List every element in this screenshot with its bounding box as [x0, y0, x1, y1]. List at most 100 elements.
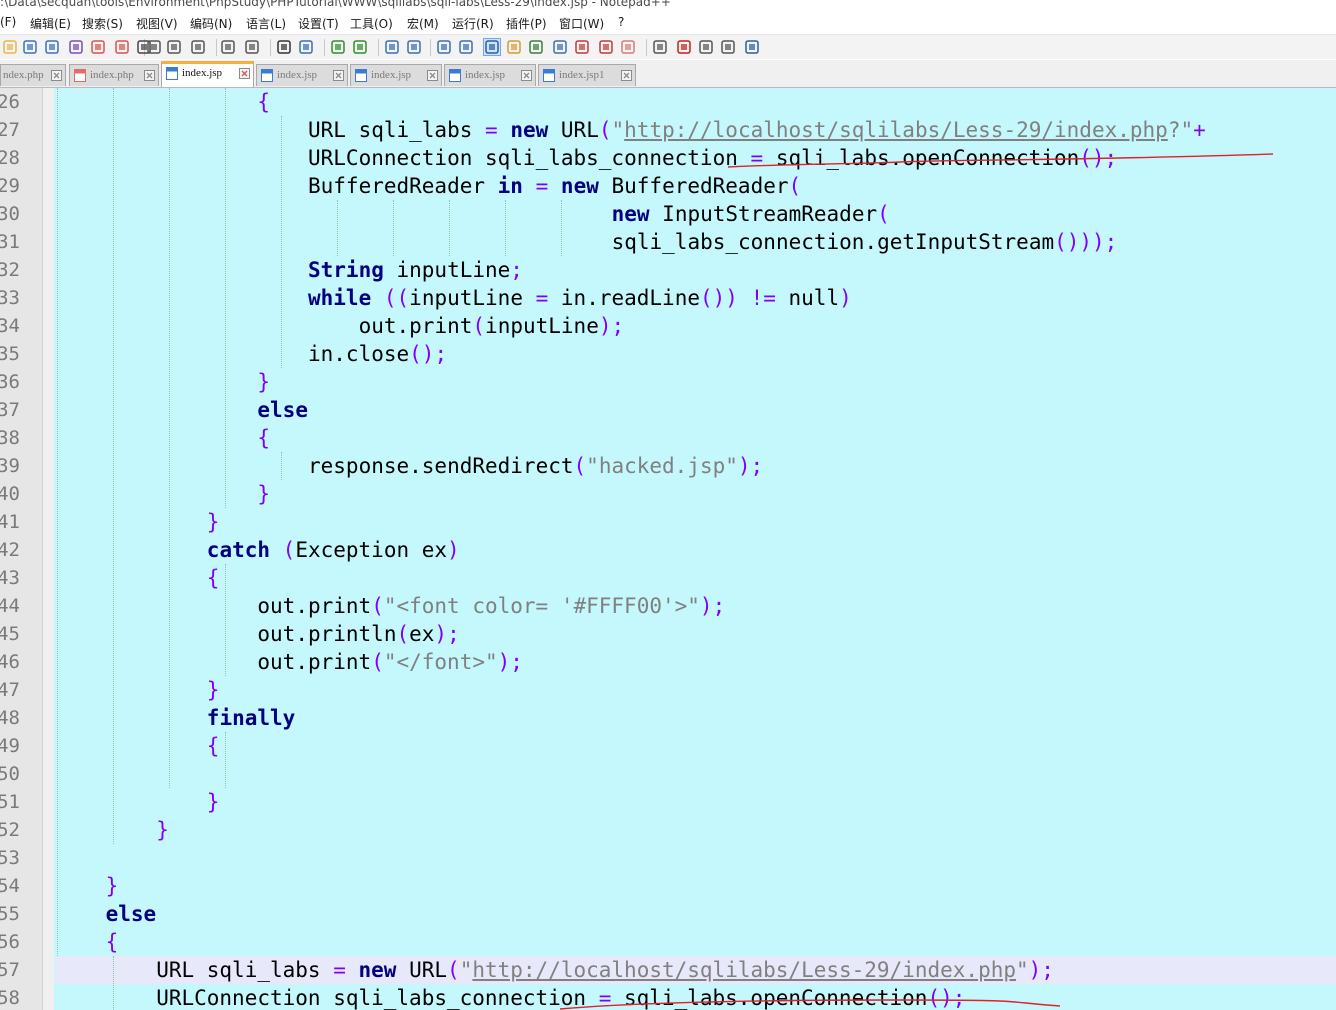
close-icon[interactable]: [427, 70, 438, 81]
code-line[interactable]: else: [55, 900, 1336, 928]
record-macro-button[interactable]: [676, 39, 692, 55]
replace-button[interactable]: [298, 39, 314, 55]
code-line[interactable]: {: [55, 424, 1336, 452]
code-line[interactable]: }: [55, 816, 1336, 844]
close-icon[interactable]: [144, 70, 155, 81]
menu-item[interactable]: ?: [618, 15, 624, 29]
code-line[interactable]: }: [55, 788, 1336, 816]
view-button[interactable]: [652, 39, 668, 55]
run-macro-multiple-button[interactable]: [744, 39, 760, 55]
close-icon[interactable]: [621, 70, 632, 81]
code-line[interactable]: response.sendRedirect("hacked.jsp");: [55, 452, 1336, 480]
tab[interactable]: index.jsp: [256, 64, 348, 86]
code-line[interactable]: while ((inputLine = in.readLine()) != nu…: [55, 284, 1336, 312]
word-wrap-button[interactable]: [436, 39, 452, 55]
save-button[interactable]: [44, 39, 60, 55]
document-list-button[interactable]: [574, 39, 590, 55]
code-area[interactable]: {URL sqli_labs = new URL("http://localho…: [55, 88, 1336, 1010]
code-line[interactable]: [55, 760, 1336, 788]
zoom-in-button[interactable]: [330, 39, 346, 55]
code-line[interactable]: URL sqli_labs = new URL("http://localhos…: [55, 116, 1336, 144]
replace-icon: [299, 40, 313, 54]
tab[interactable]: index.jsp: [350, 64, 442, 86]
code-line[interactable]: sqli_labs_connection.getInputStream()));: [55, 228, 1336, 256]
code-line[interactable]: String inputLine;: [55, 256, 1336, 284]
code-line[interactable]: BufferedReader in = new BufferedReader(: [55, 172, 1336, 200]
code-line[interactable]: {: [55, 732, 1336, 760]
code-line[interactable]: {: [55, 564, 1336, 592]
fold-margin[interactable]: [43, 88, 54, 1010]
stop-macro-button[interactable]: [698, 39, 714, 55]
menu-item[interactable]: (F): [0, 15, 16, 29]
code-line[interactable]: finally: [55, 704, 1336, 732]
close-all-button[interactable]: [114, 39, 130, 55]
code-line[interactable]: URLConnection sqli_labs_connection = sql…: [55, 984, 1336, 1010]
code-line[interactable]: }: [55, 676, 1336, 704]
code-line[interactable]: new InputStreamReader(: [55, 200, 1336, 228]
sync-horizontal-button[interactable]: [406, 39, 422, 55]
monitoring-button[interactable]: [598, 39, 614, 55]
menu-item[interactable]: 窗口(W): [559, 15, 604, 32]
close-icon[interactable]: [521, 70, 532, 81]
code-line[interactable]: }: [55, 480, 1336, 508]
editor[interactable]: 26 27 28 29 30 31 32 33 34 35 36 37 38 39 40 41 42 43 44 45…: [0, 88, 1336, 1010]
find-button[interactable]: [276, 39, 292, 55]
play-macro-button[interactable]: [720, 39, 736, 55]
function-list-button[interactable]: [528, 39, 544, 55]
code-line[interactable]: {: [55, 88, 1336, 116]
menu-item[interactable]: 插件(P): [506, 15, 547, 32]
code-line[interactable]: out.print("<font color= '#FFFF00'>");: [55, 592, 1336, 620]
zoom-out-button[interactable]: [352, 39, 368, 55]
code-line[interactable]: [55, 844, 1336, 872]
document-map-button[interactable]: [506, 39, 522, 55]
code-line[interactable]: URLConnection sqli_labs_connection = sql…: [55, 144, 1336, 172]
menu-item[interactable]: 工具(O): [350, 15, 393, 32]
code-line[interactable]: in.close();: [55, 340, 1336, 368]
save-all-button[interactable]: [68, 39, 84, 55]
paste-button[interactable]: [190, 39, 206, 55]
menu-item[interactable]: 语言(L): [246, 15, 286, 32]
cut-button[interactable]: [146, 39, 162, 55]
menu-item[interactable]: 设置(T): [298, 15, 339, 32]
folder-button[interactable]: [620, 39, 636, 55]
close-all-icon: [115, 40, 129, 54]
close-icon[interactable]: [239, 68, 250, 79]
folder-workspace-button[interactable]: [552, 39, 568, 55]
menu-item[interactable]: 编码(N): [190, 15, 232, 32]
menu-item[interactable]: 视图(V): [136, 15, 178, 32]
code-line[interactable]: out.print(inputLine);: [55, 312, 1336, 340]
code-line[interactable]: out.println(ex);: [55, 620, 1336, 648]
tab[interactable]: index.php: [69, 64, 159, 86]
close-icon[interactable]: [333, 70, 344, 81]
indent-guide-button[interactable]: [483, 38, 501, 56]
code-token: (: [371, 650, 384, 674]
tab[interactable]: ndex.php: [0, 64, 66, 86]
code-line[interactable]: }: [55, 872, 1336, 900]
redo-button[interactable]: [244, 39, 260, 55]
menu-item[interactable]: 编辑(E): [30, 15, 71, 32]
close-icon[interactable]: [51, 70, 62, 81]
tab[interactable]: index.jsp1: [538, 64, 636, 86]
open-button[interactable]: [22, 39, 38, 55]
code-line[interactable]: {: [55, 928, 1336, 956]
copy-button[interactable]: [166, 39, 182, 55]
new-button[interactable]: [2, 39, 18, 55]
close-button[interactable]: [90, 39, 106, 55]
code-token: (: [598, 118, 612, 142]
menu-item[interactable]: 运行(R): [452, 15, 494, 32]
tab[interactable]: index.jsp: [444, 64, 536, 86]
tab[interactable]: index.jsp: [161, 61, 254, 87]
undo-button[interactable]: [220, 39, 236, 55]
code-line[interactable]: }: [55, 368, 1336, 396]
sync-vertical-button[interactable]: [384, 39, 400, 55]
code-line[interactable]: out.print("</font>");: [55, 648, 1336, 676]
code-line[interactable]: URL sqli_labs = new URL("http://localhos…: [55, 956, 1336, 984]
code-line[interactable]: else: [55, 396, 1336, 424]
menu-item[interactable]: 宏(M): [407, 15, 439, 32]
code-line[interactable]: catch (Exception ex): [55, 536, 1336, 564]
menu-item[interactable]: 搜索(S): [82, 15, 123, 32]
code-line[interactable]: }: [55, 508, 1336, 536]
show-all-chars-button[interactable]: [458, 39, 474, 55]
